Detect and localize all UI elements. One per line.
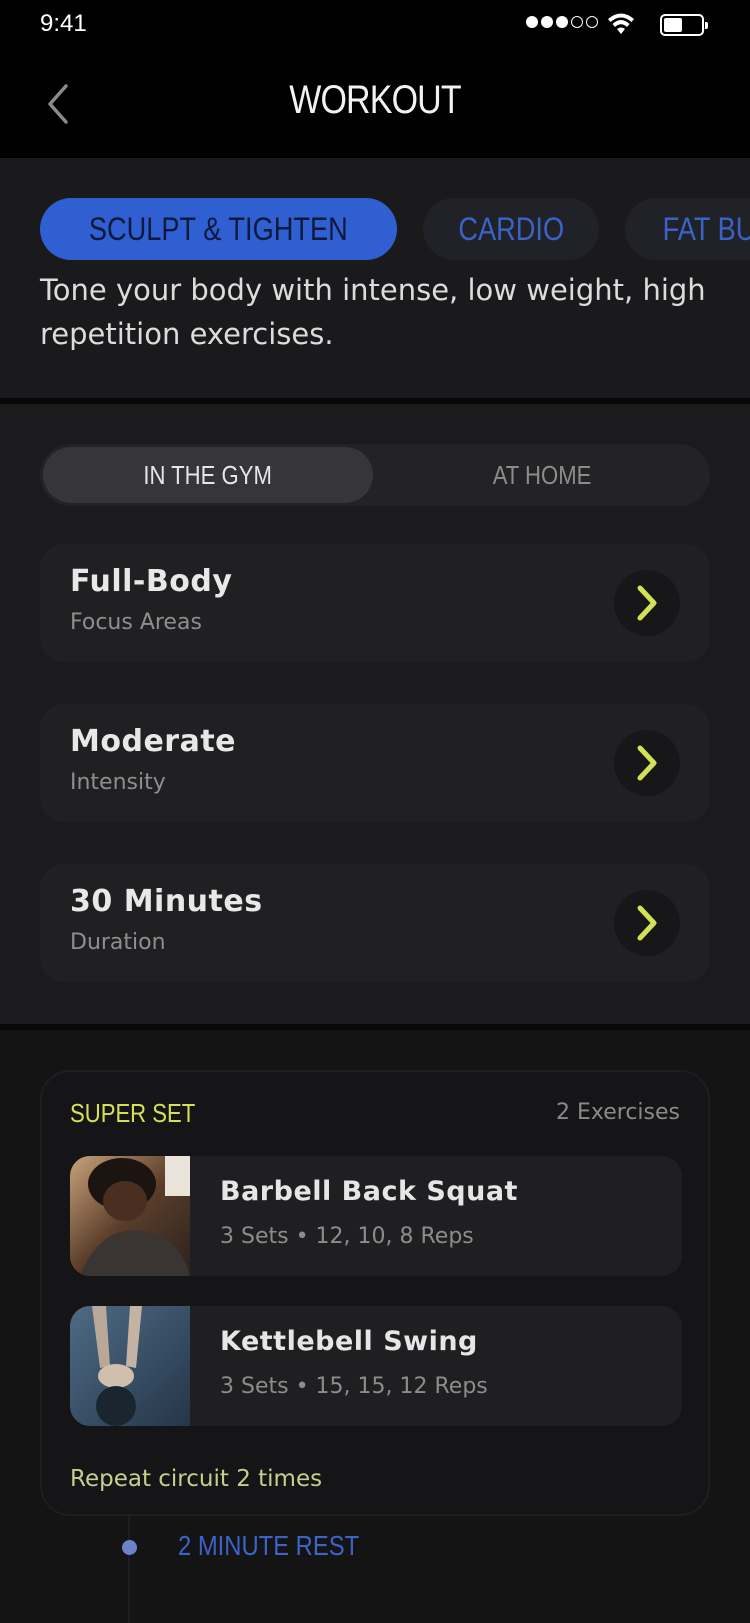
chip-fat-burn[interactable]: FAT BURN — [625, 198, 750, 260]
rest-label: 2 MINUTE REST — [178, 1530, 360, 1561]
chip-sculpt-tighten[interactable]: SCULPT & TIGHTEN — [40, 198, 397, 260]
battery-icon — [660, 14, 708, 36]
status-time: 9:41 — [40, 10, 87, 37]
category-section: SCULPT & TIGHTENCARDIOFAT BURNB Tone you… — [0, 158, 750, 398]
duration-arrow-button[interactable] — [614, 890, 680, 956]
page-title: WORKOUT — [289, 78, 461, 122]
exercise-name: Barbell Back Squat — [220, 1176, 518, 1207]
signal-strength-icon — [526, 16, 598, 28]
intensity-label: Intensity — [70, 770, 166, 795]
duration-card[interactable]: 30 Minutes Duration — [40, 864, 710, 982]
timeline-dot — [122, 1540, 137, 1555]
repeat-circuit-text: Repeat circuit 2 times — [70, 1466, 323, 1492]
focus-areas-card[interactable]: Full-Body Focus Areas — [40, 544, 710, 662]
focus-areas-arrow-button[interactable] — [614, 570, 680, 636]
location-toggle: IN THE GYM AT HOME — [40, 444, 710, 506]
duration-label: Duration — [70, 930, 166, 955]
focus-areas-label: Focus Areas — [70, 610, 202, 635]
workout-plan-section: SUPER SET 2 Exercises Barbell Back Squat… — [0, 1030, 750, 1623]
toggle-at-home[interactable]: AT HOME — [377, 447, 707, 503]
intensity-value: Moderate — [70, 724, 237, 759]
intensity-card[interactable]: Moderate Intensity — [40, 704, 710, 822]
chevron-right-icon — [637, 585, 657, 621]
toggle-in-the-gym[interactable]: IN THE GYM — [43, 447, 373, 503]
focus-areas-value: Full-Body — [70, 564, 233, 599]
exercise-barbell-back-squat[interactable]: Barbell Back Squat 3 Sets • 12, 10, 8 Re… — [70, 1156, 682, 1276]
timeline-line — [128, 1516, 130, 1623]
chevron-right-icon — [637, 905, 657, 941]
chevron-right-icon — [637, 745, 657, 781]
superset-label: SUPER SET — [70, 1098, 196, 1128]
exercise-thumbnail — [70, 1156, 190, 1276]
category-chips: SCULPT & TIGHTENCARDIOFAT BURNB — [40, 198, 750, 260]
filter-section: IN THE GYM AT HOME Full-Body Focus Areas… — [0, 404, 750, 1024]
exercise-kettlebell-swing[interactable]: Kettlebell Swing 3 Sets • 15, 15, 12 Rep… — [70, 1306, 682, 1426]
exercise-detail: 3 Sets • 15, 15, 12 Reps — [220, 1374, 488, 1399]
category-description: Tone your body with intense, low weight,… — [40, 273, 706, 351]
top-bar: 9:41 WORKOUT — [0, 0, 750, 158]
exercise-name: Kettlebell Swing — [220, 1326, 478, 1357]
intensity-arrow-button[interactable] — [614, 730, 680, 796]
superset-card: SUPER SET 2 Exercises Barbell Back Squat… — [40, 1070, 710, 1516]
superset-exercise-count: 2 Exercises — [556, 1100, 680, 1125]
chip-cardio[interactable]: CARDIO — [422, 198, 600, 260]
exercise-thumbnail — [70, 1306, 190, 1426]
duration-value: 30 Minutes — [70, 884, 263, 919]
exercise-detail: 3 Sets • 12, 10, 8 Reps — [220, 1224, 474, 1249]
wifi-icon — [606, 10, 636, 42]
